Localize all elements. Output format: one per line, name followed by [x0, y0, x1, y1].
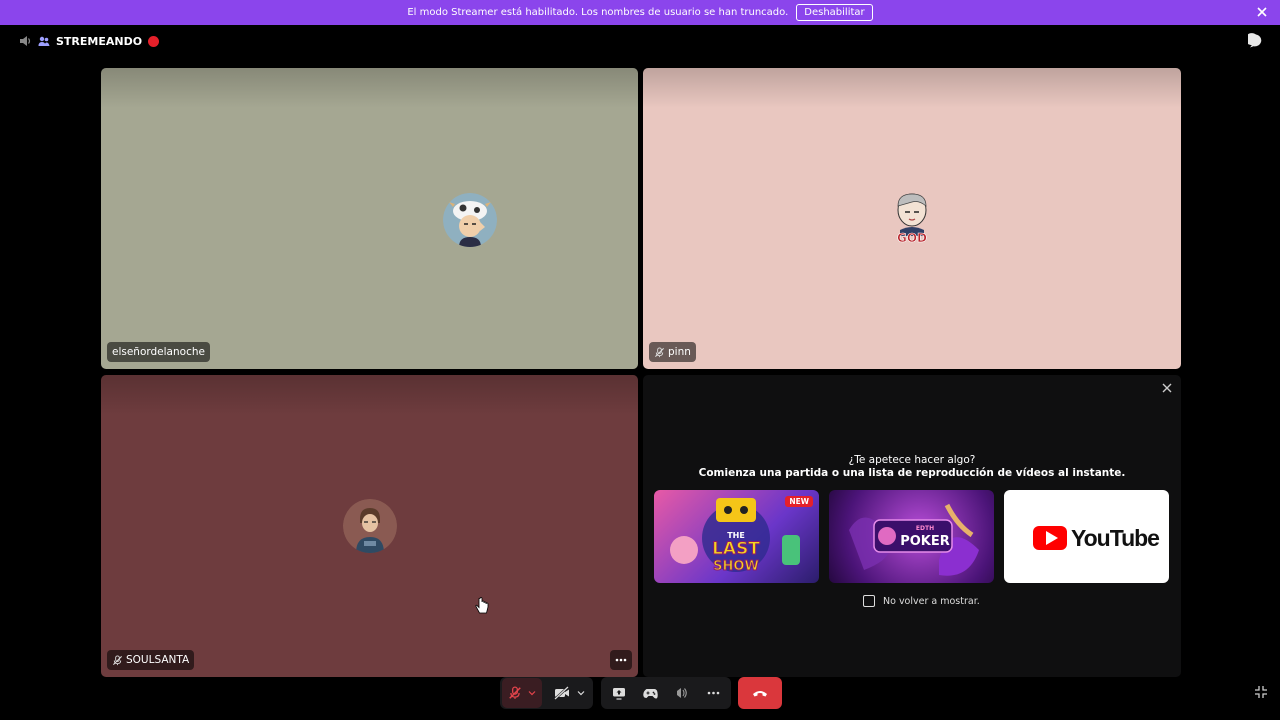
- screen-share-icon: [613, 687, 625, 700]
- close-icon[interactable]: [1161, 382, 1173, 394]
- activity-suggestion-panel: ¿Te apetece hacer algo? Comienza una par…: [643, 375, 1181, 677]
- activity-subtitle: Comienza una partida o una lista de repr…: [698, 467, 1126, 479]
- hang-up-button[interactable]: [738, 677, 782, 709]
- participant-tile[interactable]: elseñordelanoche: [101, 68, 638, 369]
- participant-name: pinn: [668, 346, 691, 358]
- activity-card-poker[interactable]: EDTH POKER: [829, 490, 994, 583]
- participant-name-tag: pinn: [649, 342, 696, 362]
- youtube-logo: YouTube: [1033, 525, 1160, 551]
- chevron-down-icon[interactable]: [528, 689, 536, 697]
- soundboard-button[interactable]: [667, 678, 695, 708]
- soundboard-icon: [677, 688, 687, 698]
- more-options-button[interactable]: [610, 650, 632, 670]
- muted-mic-icon: [509, 686, 521, 699]
- disable-streamer-button[interactable]: Deshabilitar: [796, 4, 873, 21]
- channel-header: STREMEANDO: [18, 32, 160, 50]
- more-options-button[interactable]: [699, 678, 727, 708]
- participant-tile[interactable]: SOULSANTA: [101, 375, 638, 677]
- mic-control-group: [500, 677, 593, 709]
- card-logo-line: LAST: [712, 539, 760, 559]
- chevron-down-icon[interactable]: [577, 689, 585, 697]
- activity-card-youtube[interactable]: YouTube: [1004, 490, 1169, 583]
- avatar-badge-text: GOD: [897, 231, 927, 245]
- camera-button[interactable]: [548, 678, 591, 708]
- card-logo-sub: EDTH: [916, 525, 934, 532]
- card-logo-text: POKER: [900, 534, 950, 549]
- avatar: [443, 193, 497, 247]
- avatar: [343, 499, 397, 553]
- channel-name: STREMEANDO: [56, 34, 143, 48]
- mute-mic-button[interactable]: [502, 678, 542, 708]
- participant-name-tag: SOULSANTA: [107, 650, 195, 670]
- chat-icon[interactable]: [1248, 33, 1264, 49]
- speaker-icon: [20, 36, 31, 46]
- participant-name: SOULSANTA: [126, 654, 190, 666]
- screen-share-button[interactable]: [605, 678, 633, 708]
- avatar: GOD: [885, 190, 939, 248]
- poker-art: EDTH POKER: [849, 503, 979, 576]
- participant-name: elseñordelanoche: [112, 346, 205, 358]
- camera-off-icon: [554, 686, 569, 700]
- muted-mic-icon: [112, 654, 123, 665]
- card-logo-line: SHOW: [713, 559, 759, 574]
- participant-name-tag: elseñordelanoche: [107, 342, 210, 362]
- dont-show-again-checkbox[interactable]: No volver a mostrar.: [863, 595, 980, 607]
- banner-message: El modo Streamer está habilitado. Los no…: [407, 7, 789, 18]
- card-logo-text: YouTube: [1071, 525, 1159, 551]
- more-icon: [707, 691, 719, 695]
- gamepad-icon: [642, 688, 658, 699]
- activity-title: ¿Te apetece hacer algo?: [848, 454, 976, 466]
- new-badge: NEW: [785, 496, 813, 507]
- live-indicator: [148, 35, 160, 47]
- more-icon: [615, 658, 627, 662]
- participant-tile[interactable]: GOD pinn: [643, 68, 1181, 369]
- exit-fullscreen-icon[interactable]: [1254, 685, 1268, 699]
- checkbox-label: No volver a mostrar.: [883, 595, 980, 607]
- cursor-hand-icon: [475, 597, 489, 614]
- streamer-mode-banner: El modo Streamer está habilitado. Los no…: [0, 0, 1280, 25]
- phone-hangup-icon: [753, 691, 767, 697]
- checkbox-box[interactable]: [863, 595, 875, 607]
- activity-card-last-show[interactable]: THE LAST SHOW NEW: [654, 490, 819, 583]
- muted-mic-icon: [654, 346, 665, 357]
- close-icon[interactable]: [1256, 6, 1268, 18]
- users-icon: [38, 36, 50, 46]
- activity-control-group: [601, 677, 731, 709]
- activities-button[interactable]: [636, 678, 664, 708]
